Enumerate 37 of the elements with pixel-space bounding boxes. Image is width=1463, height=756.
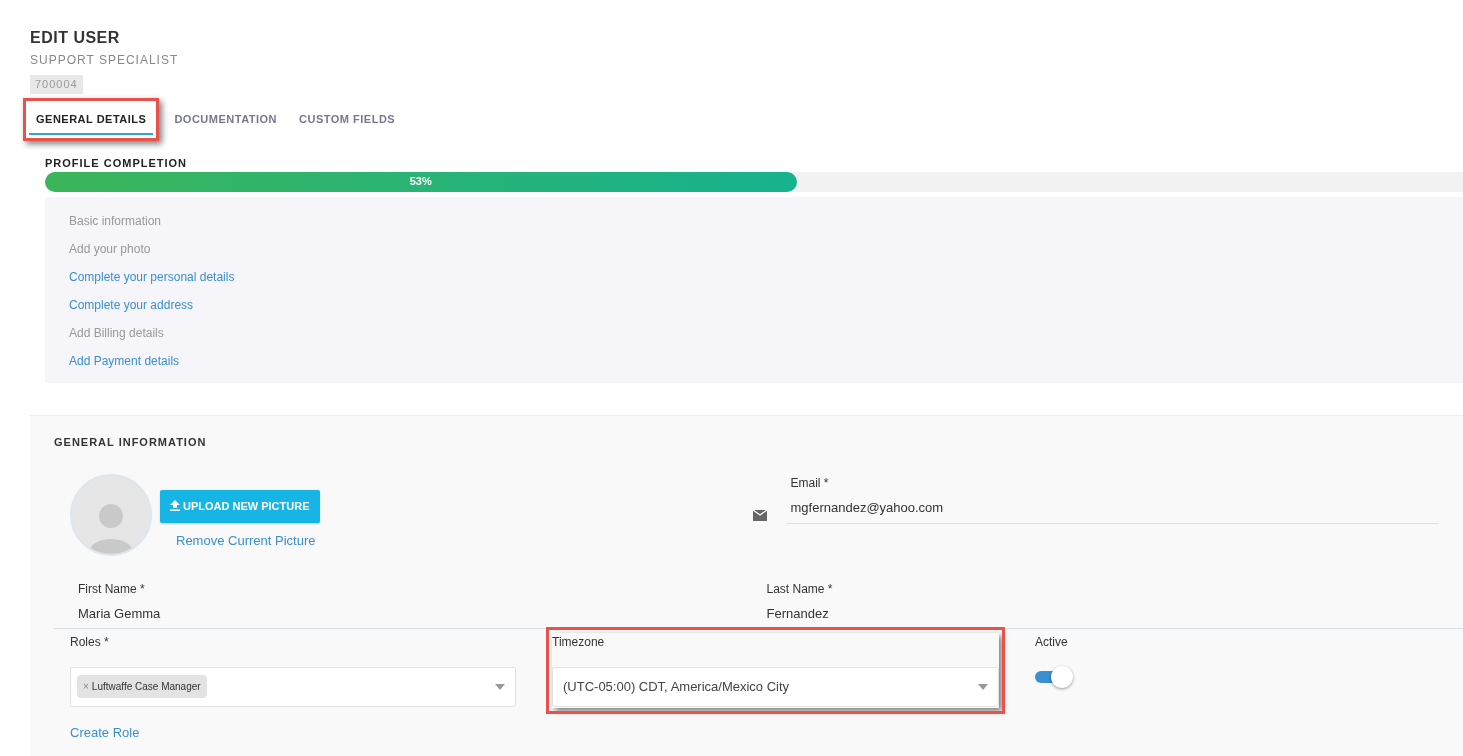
checklist-link[interactable]: Complete your personal details <box>69 262 1439 291</box>
field-label: First Name * <box>78 581 146 599</box>
upload-icon <box>170 500 180 512</box>
checklist-item: Add your photo <box>69 240 152 258</box>
checklist-link[interactable]: Complete your address <box>69 290 1439 319</box>
active-toggle[interactable] <box>1035 666 1073 687</box>
upload-button[interactable]: UPLOAD NEW PICTURE <box>160 490 320 523</box>
tag-label: Luftwaffe Case Manager <box>91 681 201 693</box>
roles-select[interactable]: × Luftwaffe Case Manager <box>70 666 516 707</box>
envelope-icon <box>752 509 767 521</box>
tab[interactable]: CUSTOM FIELDS <box>292 103 403 136</box>
select-value: (UTC-05:00) CDT, America/Mexico City <box>563 677 791 696</box>
remove-picture-link[interactable]: Remove Current Picture <box>176 530 316 551</box>
section-title: GENERAL INFORMATION <box>54 434 208 450</box>
progress-fill: 53% <box>45 171 797 192</box>
caret-icon <box>978 683 988 690</box>
field-label: Email * <box>789 475 830 493</box>
tab[interactable]: DOCUMENTATION <box>167 103 285 136</box>
user-id-tag: 700004 <box>30 75 83 94</box>
caret-icon <box>495 683 505 690</box>
tab[interactable]: GENERAL DETAILS <box>29 103 154 136</box>
section-title: PROFILE COMPLETION <box>45 156 189 172</box>
checklist-item: Add Billing details <box>69 324 165 342</box>
page-title: EDIT USER <box>30 28 121 48</box>
first-name-field[interactable]: Maria Gemma <box>78 598 759 628</box>
tag-remove[interactable]: × <box>83 681 89 693</box>
checklist-item: Basic information <box>69 212 163 230</box>
field-label: Last Name * <box>766 581 834 599</box>
checklist-link[interactable]: Add Payment details <box>69 346 1439 375</box>
last-name-field[interactable]: Fernandez <box>766 598 1463 628</box>
email-field[interactable]: mgfernandez@yahoo.com <box>786 492 1439 524</box>
user-role-subtitle: SUPPORT SPECIALIST <box>30 52 180 70</box>
field-label: Timezone <box>552 633 606 651</box>
create-role-link[interactable]: Create Role <box>70 722 140 743</box>
timezone-select[interactable]: (UTC-05:00) CDT, America/Mexico City <box>552 666 999 707</box>
field-label: Active <box>1035 633 1069 651</box>
field-label: Roles * <box>70 633 110 651</box>
